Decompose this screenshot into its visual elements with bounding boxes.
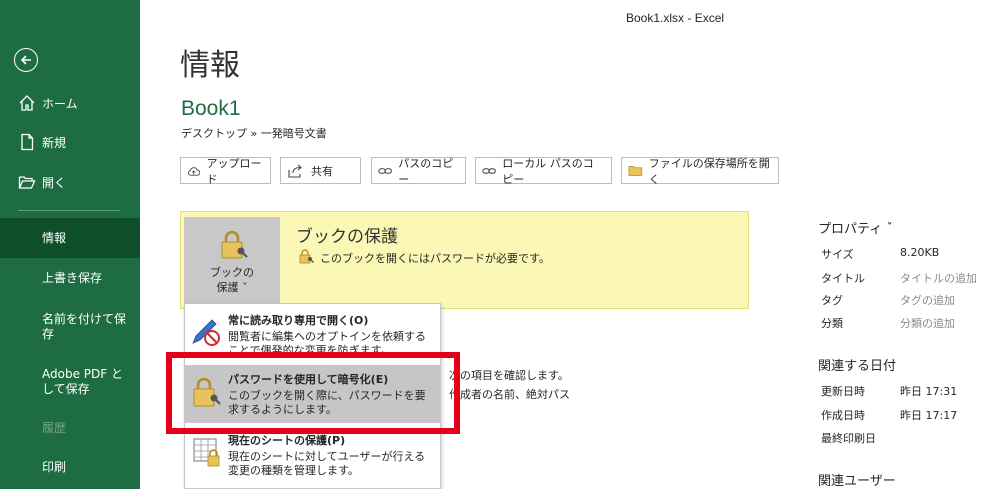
protect-label-line1: ブックの bbox=[210, 266, 254, 279]
link-icon bbox=[482, 167, 496, 174]
workbook-name: Book1 bbox=[181, 97, 241, 120]
date-key-last-printed: 最終印刷日 bbox=[821, 432, 876, 445]
sidebar-item-print[interactable]: 印刷 bbox=[42, 460, 132, 475]
highlight-annotation-box bbox=[166, 352, 460, 434]
protect-workbook-button[interactable]: ブックの 保護 ˇ bbox=[184, 217, 280, 309]
property-key-tags: タグ bbox=[821, 294, 843, 307]
protect-description: このブックを開くにはパスワードが必要です。 bbox=[320, 252, 550, 265]
menu-item-description: 現在のシートに対してユーザーが行える変更の種類を管理します。 bbox=[228, 450, 426, 477]
menu-item-title: 現在のシートの保護(P) bbox=[228, 434, 346, 447]
sidebar-item-info[interactable]: 情報 bbox=[42, 231, 132, 246]
date-key-created: 作成日時 bbox=[821, 409, 865, 422]
property-key-title: タイトル bbox=[821, 272, 865, 285]
sidebar-item-label: 新規 bbox=[42, 135, 67, 150]
date-value-modified: 昨日 17:31 bbox=[900, 385, 958, 398]
sidebar-item-save-as-pdf[interactable]: Adobe PDF として保存 bbox=[42, 367, 132, 397]
sidebar-item-label: 開く bbox=[42, 175, 67, 190]
upload-label: アップロード bbox=[206, 156, 262, 186]
back-arrow-icon[interactable] bbox=[14, 48, 38, 72]
sidebar-item-open[interactable]: 開く bbox=[0, 173, 140, 191]
protect-label-line2: 保護 ˇ bbox=[216, 281, 248, 294]
inspect-description-line2: 作成者の名前、絶対パス bbox=[449, 388, 570, 401]
related-dates-heading: 関連する日付 bbox=[818, 359, 897, 374]
home-icon bbox=[18, 94, 36, 112]
sheet-lock-icon bbox=[193, 438, 220, 467]
page-title: 情報 bbox=[180, 48, 240, 83]
backstage-sidebar: ホーム 新規 開く 情報 上書き保存 名前を付けて保存 Adobe PDF とし… bbox=[0, 0, 140, 489]
inspect-description-line1: 次の項目を確認します。 bbox=[449, 369, 569, 382]
folder-icon bbox=[628, 165, 643, 176]
sidebar-item-label: ホーム bbox=[42, 96, 78, 111]
share-label: 共有 bbox=[311, 164, 333, 178]
copy-local-path-button[interactable]: ローカル パスのコピー bbox=[475, 156, 612, 186]
new-document-icon bbox=[18, 133, 36, 151]
sidebar-item-history: 履歴 bbox=[42, 421, 67, 435]
property-value-title[interactable]: タイトルの追加 bbox=[900, 270, 977, 286]
breadcrumb: デスクトップ » 一発暗号文書 bbox=[181, 127, 327, 140]
window-title: Book1.xlsx - Excel bbox=[626, 11, 725, 25]
share-button[interactable]: 共有 bbox=[280, 157, 361, 184]
protect-heading: ブックの保護 bbox=[296, 227, 398, 247]
share-icon bbox=[288, 164, 302, 178]
sidebar-divider bbox=[18, 210, 120, 211]
related-users-heading: 関連ユーザー bbox=[818, 474, 896, 489]
open-file-location-button[interactable]: ファイルの保存場所を開く bbox=[621, 156, 779, 186]
date-key-modified: 更新日時 bbox=[821, 385, 865, 398]
cloud-upload-icon bbox=[188, 166, 201, 176]
link-icon bbox=[378, 167, 392, 174]
property-key-size: サイズ bbox=[821, 248, 854, 261]
sidebar-item-save-as[interactable]: 名前を付けて保存 bbox=[42, 312, 132, 342]
menu-item-title: 常に読み取り専用で開く(O) bbox=[228, 314, 369, 327]
lock-key-icon bbox=[221, 230, 248, 259]
protect-workbook-label: ブックの 保護 ˇ bbox=[184, 265, 280, 295]
upload-button[interactable]: アップロード bbox=[180, 156, 271, 186]
folder-open-icon bbox=[18, 173, 36, 191]
sidebar-item-save[interactable]: 上書き保存 bbox=[42, 271, 132, 286]
menu-item-protect-current-sheet[interactable]: 現在のシートの保護(P) 現在のシートに対してユーザーが行える変更の種類を管理し… bbox=[185, 426, 440, 488]
property-key-category: 分類 bbox=[821, 317, 843, 330]
date-value-created: 昨日 17:17 bbox=[900, 409, 958, 422]
pencil-no-edit-icon bbox=[192, 319, 220, 346]
property-value-category[interactable]: 分類の追加 bbox=[900, 315, 955, 331]
open-location-label: ファイルの保存場所を開く bbox=[648, 156, 770, 186]
properties-heading[interactable]: プロパティ ˇ bbox=[818, 218, 893, 237]
sidebar-item-home[interactable]: ホーム bbox=[0, 94, 140, 112]
copy-local-path-label: ローカル パスのコピー bbox=[502, 156, 594, 186]
sidebar-item-new[interactable]: 新規 bbox=[0, 133, 140, 151]
small-lock-key-icon bbox=[299, 249, 314, 264]
copy-path-button[interactable]: パスのコピー bbox=[371, 156, 466, 186]
property-value-size: 8.20KB bbox=[900, 246, 940, 259]
copy-path-label: パスのコピー bbox=[398, 156, 454, 186]
property-value-tags[interactable]: タグの追加 bbox=[900, 292, 955, 308]
